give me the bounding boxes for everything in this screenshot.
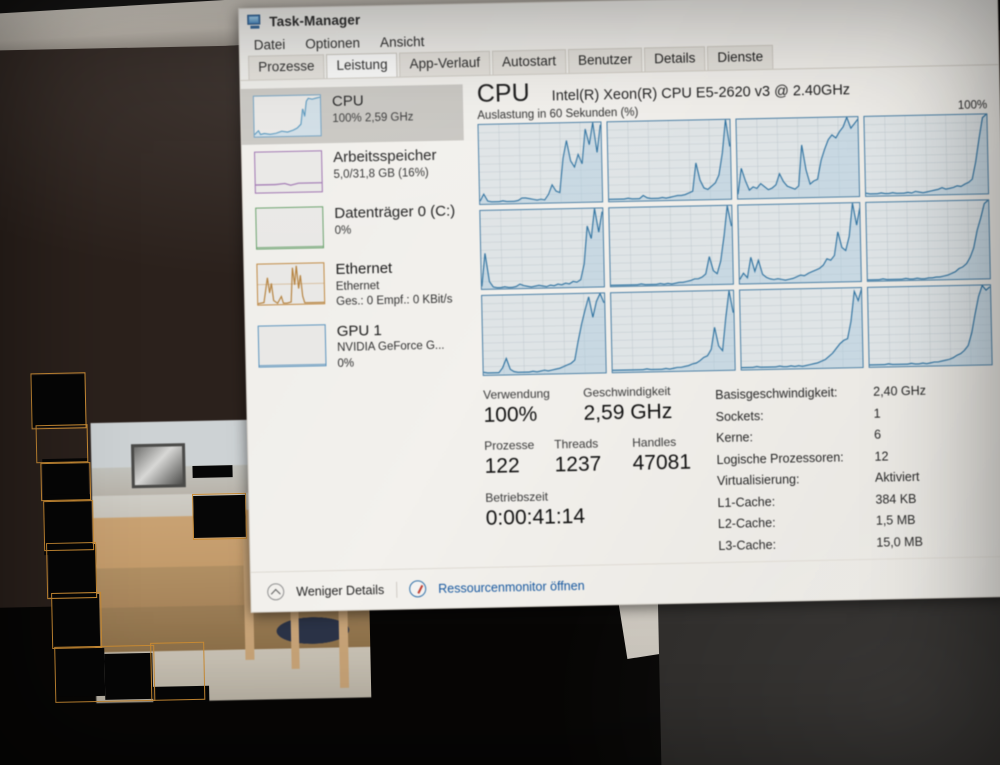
tab-prozesse[interactable]: Prozesse: [248, 54, 325, 80]
graph-max-label: 100%: [957, 99, 988, 112]
tile-outline: [46, 542, 98, 600]
graph-caption: Auslastung in 60 Sekunden (%): [477, 106, 639, 123]
less-details-button[interactable]: Weniger Details: [296, 583, 384, 599]
spec-value: 6: [873, 427, 882, 442]
uptime-value: 0:00:41:14: [485, 504, 586, 530]
chevron-up-icon[interactable]: [267, 583, 285, 601]
logical-processor-graph: [865, 198, 991, 283]
tab-benutzer[interactable]: Benutzer: [567, 47, 643, 74]
utilization-value: 100%: [483, 402, 538, 427]
menu-item-ansicht[interactable]: Ansicht: [380, 34, 425, 50]
spec-value: 1: [873, 406, 881, 421]
sidebar-item-label: Datenträger 0 (C:): [334, 202, 456, 223]
sidebar-item-label: Ethernet: [335, 259, 393, 279]
cpu-model-label: Intel(R) Xeon(R) CPU E5-2620 v3 @ 2.40GH…: [551, 82, 851, 105]
logical-processor-graph: [606, 118, 732, 202]
sidebar-item-sub: 100% 2,59 GHz: [332, 111, 414, 125]
divider: [396, 581, 398, 598]
memory-thumbnail-graph: [254, 150, 323, 194]
logical-processor-graph: [734, 116, 861, 200]
logical-processor-graph: [609, 290, 736, 374]
tab-details[interactable]: Details: [643, 46, 706, 72]
page-title: CPU: [476, 78, 530, 109]
sidebar-item-datentraeger[interactable]: Datenträger 0 (C:) 0%: [243, 196, 466, 257]
sidebar-item-label: Arbeitsspeicher: [332, 146, 437, 167]
tile-outline: [192, 492, 247, 541]
window-title: Task-Manager: [269, 11, 361, 29]
logical-processor-graph-grid: [477, 113, 993, 376]
tab-leistung[interactable]: Leistung: [326, 52, 398, 79]
spec-value: 384 KB: [875, 491, 917, 507]
processes-value: 122: [484, 454, 520, 479]
sidebar-item-sub: NVIDIA GeForce G...: [337, 340, 445, 355]
menu-item-optionen[interactable]: Optionen: [305, 35, 360, 51]
task-manager-icon: [247, 14, 262, 29]
sidebar-item-sub: Ethernet: [335, 279, 380, 293]
spec-value: 12: [874, 448, 889, 464]
sidebar-item-sub: 0%: [334, 224, 352, 237]
photo-of-monitor: Task-Manager Datei Optionen Ansicht Proz…: [0, 0, 1000, 765]
tile-outline: [54, 644, 156, 703]
sidebar-item-cpu[interactable]: CPU 100% 2,59 GHz: [240, 84, 464, 145]
threads-value: 1237: [554, 452, 602, 477]
sidebar-item-arbeitsspeicher[interactable]: Arbeitsspeicher 5,0/31,8 GB (16%): [242, 140, 465, 201]
sidebar-item-ethernet[interactable]: Ethernet Ethernet Ges.: 0 Empf.: 0 KBit/…: [244, 252, 467, 318]
sidebar-item-gpu[interactable]: GPU 1 NVIDIA GeForce G... 0%: [246, 314, 469, 380]
cpu-detail-pane: CPU Intel(R) Xeon(R) CPU E5-2620 v3 @ 2.…: [462, 65, 1000, 563]
tile-outline: [30, 372, 87, 430]
tile-outline: [51, 591, 103, 649]
tab-autostart[interactable]: Autostart: [491, 49, 567, 75]
wall-right: [657, 593, 1000, 765]
handles-label: Handles: [632, 435, 677, 451]
resource-monitor-link[interactable]: Ressourcenmonitor öffnen: [438, 578, 585, 595]
sidebar-item-sub2: 0%: [337, 357, 355, 370]
menu-item-datei[interactable]: Datei: [254, 37, 286, 53]
spec-row: L3-Cache: 15,0 MB: [718, 530, 996, 557]
logical-processor-graph: [738, 287, 864, 371]
logical-processor-graph: [863, 113, 990, 197]
logical-processor-graph: [736, 201, 863, 285]
logical-processor-graph: [867, 284, 993, 368]
sidebar-item-label: CPU: [331, 92, 364, 111]
tile-outline: [150, 641, 206, 701]
gpu-thumbnail-graph: [257, 323, 327, 368]
speed-value: 2,59 GHz: [583, 399, 673, 425]
logical-processor-graph: [607, 204, 734, 288]
picture-frame-icon: [130, 443, 186, 489]
sidebar-item-sub2: Ges.: 0 Empf.: 0 KBit/s: [336, 293, 453, 309]
sidebar-item-sub: 5,0/31,8 GB (16%): [333, 166, 429, 181]
threads-label: Threads: [554, 436, 599, 452]
task-manager-window[interactable]: Task-Manager Datei Optionen Ansicht Proz…: [238, 0, 1000, 613]
tile-outline: [40, 462, 92, 502]
cpu-spec-list: Basisgeschwindigkeit: 2,40 GHz Sockets: 1 Ke…: [715, 377, 997, 557]
tile-outline: [35, 424, 89, 464]
spec-value: Aktiviert: [874, 469, 920, 485]
cpu-statistics: Verwendung 100% Geschwindigkeit 2,59 GHz…: [483, 377, 997, 562]
spec-value: 1,5 MB: [875, 512, 916, 528]
logical-processor-graph: [477, 121, 603, 205]
resource-sidebar[interactable]: CPU 100% 2,59 GHz Arbeitsspeicher 5,0/31…: [240, 76, 473, 568]
ethernet-thumbnail-graph: [256, 262, 326, 306]
tab-dienste[interactable]: Dienste: [707, 44, 774, 71]
tab-app-verlauf[interactable]: App-Verlauf: [399, 50, 491, 77]
spec-value: 2,40 GHz: [873, 383, 927, 399]
spec-value: 15,0 MB: [876, 534, 924, 550]
resource-monitor-icon[interactable]: [409, 580, 427, 598]
spec-key: L3-Cache:: [718, 537, 777, 553]
cpu-thumbnail-graph: [252, 94, 322, 138]
processes-label: Prozesse: [484, 438, 535, 454]
logical-processor-graph: [481, 292, 607, 376]
disk-thumbnail-graph: [255, 206, 325, 250]
sidebar-item-label: GPU 1: [336, 321, 382, 340]
handles-value: 47081: [632, 450, 692, 476]
unrendered-tile: [192, 465, 233, 478]
logical-processor-graph: [479, 207, 605, 291]
